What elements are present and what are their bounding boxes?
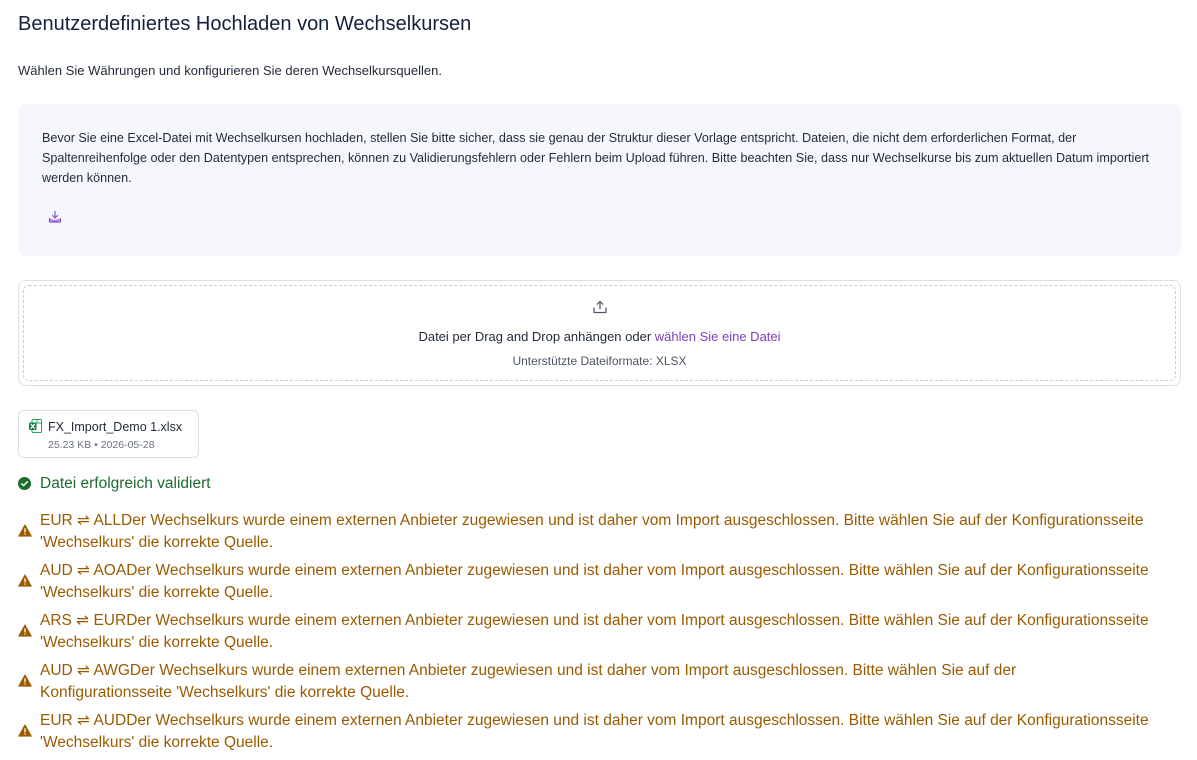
warning-icon	[18, 724, 32, 737]
warning-text: ARS ⇌ EURDer Wechselkurs wurde einem ext…	[40, 612, 1149, 651]
file-name: FX_Import_Demo 1.xlsx	[48, 420, 183, 434]
page-subtitle: Wählen Sie Währungen und konfigurieren S…	[18, 63, 442, 78]
upload-icon	[592, 300, 607, 314]
warning-text: AUD ⇌ AOADer Wechselkurs wurde einem ext…	[40, 562, 1149, 601]
page-title: Benutzerdefiniertes Hochladen von Wechse…	[18, 13, 472, 35]
warning-icon	[18, 674, 32, 687]
warning-item: EUR ⇌ ALLDer Wechselkurs wurde einem ext…	[18, 510, 1181, 560]
excel-file-icon	[29, 419, 42, 433]
check-circle-icon	[18, 477, 31, 490]
warning-item: AUD ⇌ AWGDer Wechselkurs wurde einem ext…	[18, 660, 1181, 710]
uploaded-file-card[interactable]: FX_Import_Demo 1.xlsx 25.23 KB • 2026-05…	[18, 410, 199, 458]
warning-icon	[18, 524, 32, 537]
download-icon[interactable]	[48, 210, 62, 224]
warning-list: EUR ⇌ ALLDer Wechselkurs wurde einem ext…	[18, 510, 1181, 760]
choose-file-link[interactable]: wählen Sie eine Datei	[655, 329, 781, 344]
dropzone-area[interactable]: Datei per Drag and Drop anhängen oder wä…	[23, 285, 1176, 381]
supported-formats: Unterstützte Dateiformate: XLSX	[512, 354, 687, 368]
file-meta: 25.23 KB • 2026-05-28	[48, 439, 155, 451]
warning-text: EUR ⇌ ALLDer Wechselkurs wurde einem ext…	[40, 512, 1144, 551]
template-info-box: Bevor Sie eine Excel-Datei mit Wechselku…	[18, 104, 1181, 256]
warning-text: AUD ⇌ AWGDer Wechselkurs wurde einem ext…	[40, 662, 1017, 701]
validation-status-text: Datei erfolgreich validiert	[40, 475, 211, 492]
warning-icon	[18, 574, 32, 587]
template-info-text: Bevor Sie eine Excel-Datei mit Wechselku…	[42, 131, 1150, 185]
warning-item: AUD ⇌ AOADer Wechselkurs wurde einem ext…	[18, 560, 1181, 610]
file-dropzone[interactable]: Datei per Drag and Drop anhängen oder wä…	[18, 280, 1181, 386]
warning-text: EUR ⇌ AUDDer Wechselkurs wurde einem ext…	[40, 712, 1149, 751]
dropzone-prompt: Datei per Drag and Drop anhängen oder wä…	[24, 328, 1175, 346]
warning-icon	[18, 624, 32, 637]
dropzone-prompt-text: Datei per Drag and Drop anhängen oder	[418, 329, 655, 344]
warning-item: ARS ⇌ EURDer Wechselkurs wurde einem ext…	[18, 610, 1181, 660]
warning-item: EUR ⇌ AUDDer Wechselkurs wurde einem ext…	[18, 710, 1181, 760]
